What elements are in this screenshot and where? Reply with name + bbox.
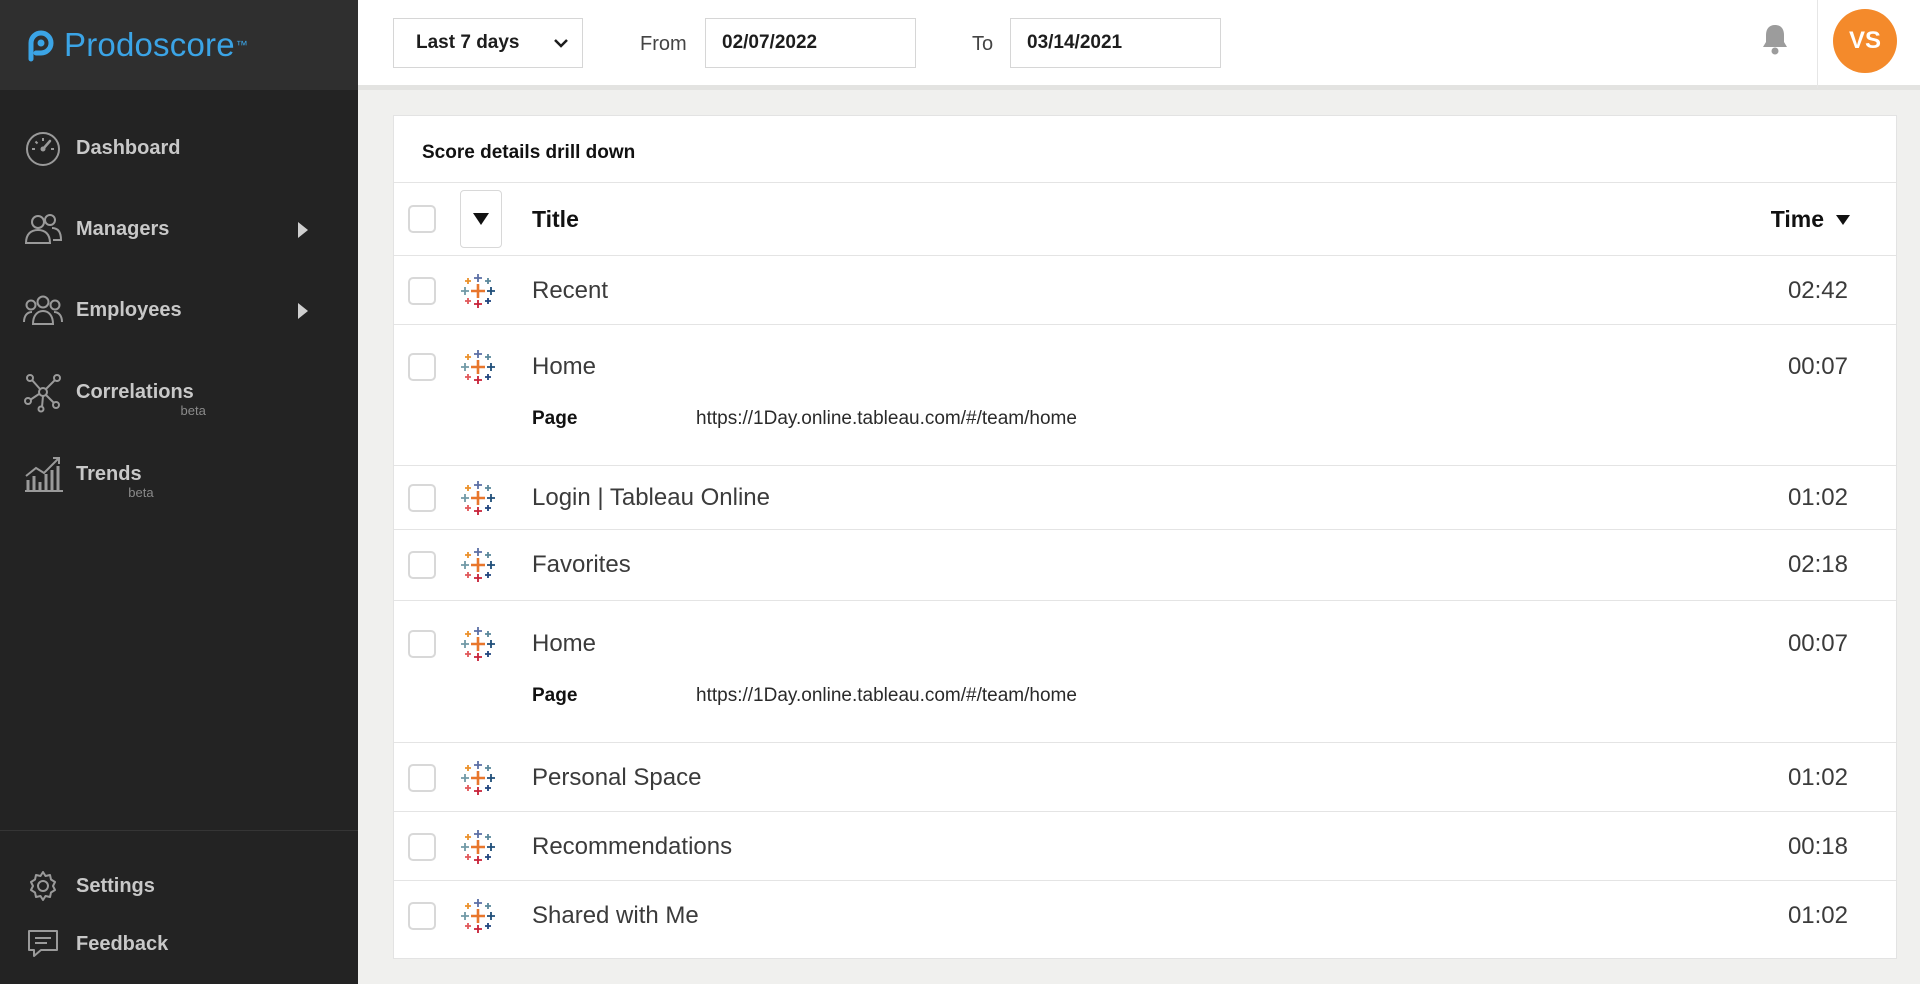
column-header-title[interactable]: Title bbox=[532, 206, 579, 233]
sidebar: Prodoscore ™ Dashboard Managers Employees… bbox=[0, 0, 358, 984]
prodoscore-logo-icon bbox=[28, 30, 54, 62]
tableau-icon bbox=[461, 830, 495, 864]
row-time: 01:02 bbox=[1787, 484, 1848, 511]
sidebar-item-label: Settings bbox=[76, 874, 155, 897]
sort-desc-icon bbox=[1836, 214, 1850, 225]
column-header-time-label: Time bbox=[1770, 206, 1824, 232]
sidebar-item-label: Feedback bbox=[76, 932, 169, 955]
row-checkbox[interactable] bbox=[408, 277, 436, 305]
row-time: 01:02 bbox=[1787, 764, 1848, 791]
bell-icon[interactable] bbox=[1760, 22, 1790, 56]
tableau-icon bbox=[461, 761, 495, 795]
page-url-link[interactable]: https://1Day.online.tableau.com/#/team/h… bbox=[696, 408, 1077, 430]
date-range-value: Last 7 days bbox=[416, 32, 520, 53]
row-divider bbox=[394, 529, 1896, 530]
row-title[interactable]: Login | Tableau Online bbox=[532, 484, 770, 512]
to-date-input[interactable] bbox=[1010, 18, 1221, 68]
row-divider bbox=[394, 600, 1896, 601]
top-bar: Last 7 days From To VS bbox=[358, 0, 1920, 90]
row-divider bbox=[394, 465, 1896, 466]
beta-badge: beta bbox=[128, 484, 154, 500]
avatar[interactable]: VS bbox=[1833, 9, 1897, 73]
sidebar-item-settings[interactable]: Settings bbox=[0, 856, 358, 916]
employees-icon bbox=[22, 289, 64, 331]
row-title[interactable]: Favorites bbox=[532, 551, 631, 579]
managers-icon bbox=[22, 208, 64, 250]
page-label: Page bbox=[532, 685, 578, 706]
row-divider bbox=[394, 742, 1896, 743]
date-range-select[interactable]: Last 7 days bbox=[393, 18, 583, 68]
row-divider bbox=[394, 182, 1896, 183]
row-title[interactable]: Recent bbox=[532, 277, 608, 305]
row-divider bbox=[394, 324, 1896, 325]
row-checkbox[interactable] bbox=[408, 902, 436, 930]
topbar-divider bbox=[1817, 0, 1818, 88]
tableau-icon bbox=[461, 548, 495, 582]
row-title[interactable]: Home bbox=[532, 630, 596, 658]
sidebar-item-label: Managers bbox=[76, 217, 170, 240]
sidebar-item-correlations[interactable]: Correlations beta bbox=[0, 362, 358, 422]
row-divider bbox=[394, 255, 1896, 256]
from-date-input[interactable] bbox=[705, 18, 916, 68]
gear-icon bbox=[22, 865, 64, 907]
row-divider bbox=[394, 880, 1896, 881]
card-title: Score details drill down bbox=[422, 142, 636, 163]
page-url-link[interactable]: https://1Day.online.tableau.com/#/team/h… bbox=[696, 685, 1077, 707]
tableau-icon bbox=[461, 899, 495, 933]
caret-right-icon[interactable] bbox=[298, 303, 308, 319]
to-label: To bbox=[972, 33, 994, 55]
sidebar-item-trends[interactable]: Trends beta bbox=[0, 444, 358, 504]
speedometer-icon bbox=[22, 127, 64, 169]
row-time: 01:02 bbox=[1787, 902, 1848, 929]
caret-right-icon[interactable] bbox=[298, 222, 308, 238]
row-checkbox[interactable] bbox=[408, 630, 436, 658]
sidebar-item-label: Dashboard bbox=[76, 136, 181, 159]
sidebar-divider bbox=[0, 830, 358, 831]
tableau-icon bbox=[461, 481, 495, 515]
logo[interactable]: Prodoscore ™ bbox=[0, 0, 358, 90]
tableau-icon bbox=[461, 274, 495, 308]
trends-chart-icon bbox=[22, 453, 64, 495]
row-checkbox[interactable] bbox=[408, 764, 436, 792]
caret-down-icon bbox=[473, 213, 489, 225]
chevron-down-icon bbox=[554, 39, 568, 48]
sidebar-item-label: Correlations bbox=[76, 380, 194, 403]
row-time: 00:18 bbox=[1787, 833, 1848, 860]
row-time: 00:07 bbox=[1787, 353, 1848, 380]
sidebar-item-feedback[interactable]: Feedback bbox=[0, 914, 358, 974]
row-time: 02:42 bbox=[1787, 277, 1848, 304]
beta-badge: beta bbox=[180, 402, 206, 418]
row-divider bbox=[394, 811, 1896, 812]
page-label: Page bbox=[532, 408, 578, 429]
brand-name: Prodoscore bbox=[64, 26, 235, 63]
row-time: 00:07 bbox=[1787, 630, 1848, 657]
sidebar-item-label: Employees bbox=[76, 298, 182, 321]
column-menu-button[interactable] bbox=[460, 190, 502, 248]
row-title[interactable]: Personal Space bbox=[532, 764, 701, 792]
row-title[interactable]: Shared with Me bbox=[532, 902, 699, 930]
sidebar-item-label: Trends bbox=[76, 462, 142, 485]
sidebar-item-managers[interactable]: Managers bbox=[0, 199, 358, 259]
tableau-icon bbox=[461, 627, 495, 661]
row-time: 02:18 bbox=[1787, 551, 1848, 578]
feedback-icon bbox=[22, 923, 64, 965]
from-label: From bbox=[640, 33, 687, 55]
row-checkbox[interactable] bbox=[408, 833, 436, 861]
row-checkbox[interactable] bbox=[408, 551, 436, 579]
select-all-checkbox[interactable] bbox=[408, 205, 436, 233]
column-header-time[interactable]: Time bbox=[1771, 206, 1850, 233]
row-title[interactable]: Home bbox=[532, 353, 596, 381]
brand-trademark: ™ bbox=[235, 38, 248, 52]
sidebar-item-employees[interactable]: Employees bbox=[0, 280, 358, 340]
network-icon bbox=[22, 371, 64, 413]
score-details-card: Score details drill down Title Time Rece… bbox=[393, 115, 1897, 959]
tableau-icon bbox=[461, 350, 495, 384]
row-checkbox[interactable] bbox=[408, 484, 436, 512]
row-title[interactable]: Recommendations bbox=[532, 833, 732, 861]
sidebar-item-dashboard[interactable]: Dashboard bbox=[0, 118, 358, 178]
row-checkbox[interactable] bbox=[408, 353, 436, 381]
